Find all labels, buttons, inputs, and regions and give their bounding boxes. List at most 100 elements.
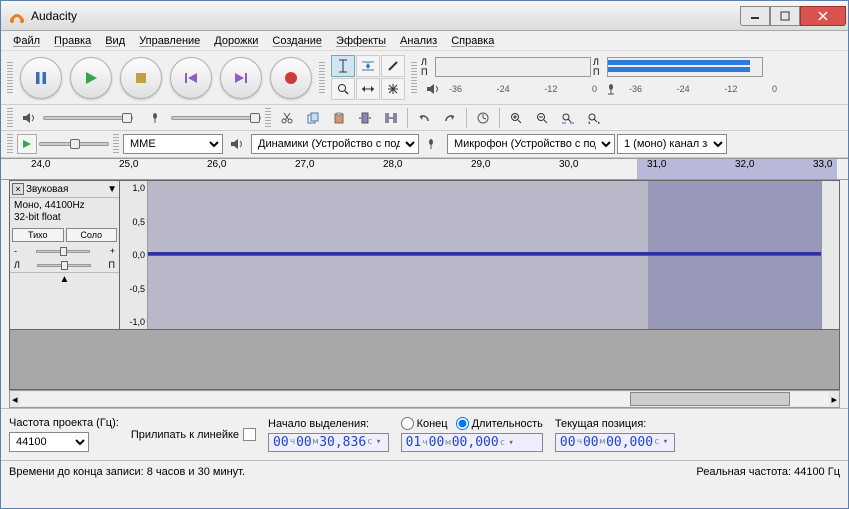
fit-project-button[interactable] [582, 107, 606, 129]
cut-button[interactable] [275, 107, 299, 129]
window-title: Audacity [31, 9, 740, 23]
vertical-scale[interactable]: 1,0 0,5 0,0 -0,5 -1,0 [120, 181, 148, 329]
vscale-tick: -0,5 [122, 284, 145, 294]
stop-button[interactable] [120, 57, 162, 99]
output-device-combo[interactable]: Динамики (Устройство с под [251, 134, 419, 154]
device-toolbar: MME Динамики (Устройство с под Микрофон … [1, 131, 848, 158]
menu-transport[interactable]: Управление [133, 33, 206, 49]
playback-meter[interactable] [435, 57, 591, 77]
minimize-button[interactable] [740, 6, 770, 26]
menu-tracks[interactable]: Дорожки [208, 33, 264, 49]
solo-button[interactable]: Соло [66, 228, 118, 242]
draw-tool[interactable] [381, 55, 405, 77]
selection-length-time[interactable]: 01ч 00м 00,000с ▾ [401, 433, 543, 452]
selection-tool[interactable] [331, 55, 355, 77]
vscale-tick: 1,0 [122, 183, 145, 193]
menu-file[interactable]: Файл [7, 33, 46, 49]
input-volume-icon [145, 107, 169, 129]
sync-lock-button[interactable] [471, 107, 495, 129]
ruler-tick: 26,0 [207, 159, 226, 170]
audio-position-time[interactable]: 00ч 00м 00,000с ▾ [555, 433, 676, 452]
play-at-speed-button[interactable] [17, 134, 37, 154]
menu-help[interactable]: Справка [445, 33, 500, 49]
playback-speaker-icon[interactable] [421, 78, 445, 100]
mixer-toolbar [1, 105, 848, 131]
meter-tick: 0 [592, 84, 597, 94]
input-channels-combo[interactable]: 1 (моно) канал за [617, 134, 727, 154]
menu-edit[interactable]: Правка [48, 33, 97, 49]
track-menu-dropdown-icon[interactable]: ▼ [107, 184, 117, 195]
titlebar: Audacity [1, 1, 848, 31]
audio-host-combo[interactable]: MME [123, 134, 223, 154]
record-meter[interactable] [607, 57, 763, 77]
skip-end-button[interactable] [220, 57, 262, 99]
silence-button[interactable] [379, 107, 403, 129]
zoom-in-button[interactable] [504, 107, 528, 129]
redo-button[interactable] [438, 107, 462, 129]
audio-position-label: Текущая позиция: [555, 418, 676, 430]
toolbar-grip[interactable] [7, 62, 13, 94]
input-volume-slider[interactable] [171, 116, 261, 120]
selection-start-label: Начало выделения: [268, 418, 389, 430]
transport-toolbar: ЛП ЛП -36 -24 -12 0 -36 [1, 51, 848, 105]
empty-track-area[interactable] [9, 330, 840, 390]
output-volume-slider[interactable] [43, 116, 133, 120]
pause-button[interactable] [20, 57, 62, 99]
project-rate-combo[interactable]: 44100 [9, 432, 89, 452]
input-device-combo[interactable]: Микрофон (Устройство с под [447, 134, 615, 154]
vertical-scrollbar[interactable] [821, 181, 839, 329]
ruler-tick: 28,0 [383, 159, 402, 170]
record-mic-icon[interactable] [601, 78, 625, 100]
maximize-button[interactable] [770, 6, 800, 26]
horizontal-scrollbar[interactable]: ◂ ▸ [9, 390, 840, 408]
ruler-tick: 30,0 [559, 159, 578, 170]
fit-selection-button[interactable] [556, 107, 580, 129]
toolbar-grip[interactable] [319, 62, 325, 94]
paste-button[interactable] [327, 107, 351, 129]
trim-button[interactable] [353, 107, 377, 129]
timeline-ruler[interactable]: 24,0 25,0 26,0 27,0 28,0 29,0 30,0 31,0 … [1, 158, 848, 180]
vscale-tick: 0,5 [122, 217, 145, 227]
menu-effect[interactable]: Эффекты [330, 33, 392, 49]
zoom-tool[interactable] [331, 78, 355, 100]
envelope-tool[interactable] [356, 55, 380, 77]
scroll-left-button[interactable]: ◂ [12, 393, 18, 406]
menu-generate[interactable]: Создание [266, 33, 328, 49]
skip-start-button[interactable] [170, 57, 212, 99]
scroll-right-button[interactable]: ▸ [831, 393, 837, 406]
selection-start-time[interactable]: 00ч 00м 30,836с ▾ [268, 433, 389, 452]
window-controls [740, 6, 846, 26]
menu-analyze[interactable]: Анализ [394, 33, 443, 49]
ruler-tick: 31,0 [647, 159, 666, 170]
selection-length-radio[interactable]: Длительность [456, 417, 543, 430]
track-pan-slider[interactable] [37, 264, 91, 267]
timeshift-tool[interactable] [356, 78, 380, 100]
toolbar-grip[interactable] [7, 134, 13, 154]
toolbar-grip[interactable] [265, 108, 271, 128]
selection-end-radio[interactable]: Конец [401, 417, 448, 430]
vscale-tick: 0,0 [122, 250, 145, 260]
track-close-button[interactable]: × [12, 183, 24, 195]
toolbar-grip[interactable] [113, 134, 119, 154]
undo-button[interactable] [412, 107, 436, 129]
play-button[interactable] [70, 57, 112, 99]
track-gain-slider[interactable] [36, 250, 90, 253]
record-button[interactable] [270, 57, 312, 99]
zoom-out-button[interactable] [530, 107, 554, 129]
menu-view[interactable]: Вид [99, 33, 131, 49]
app-icon [9, 8, 25, 24]
copy-button[interactable] [301, 107, 325, 129]
track-control-panel[interactable]: × Звуковая ▼ Моно, 44100Hz 32-bit float … [10, 181, 120, 329]
toolbar-grip[interactable] [7, 108, 13, 128]
close-button[interactable] [800, 6, 846, 26]
playback-speed-slider[interactable] [39, 142, 109, 146]
toolbar-grip[interactable] [411, 62, 417, 94]
mute-button[interactable]: Тихо [12, 228, 64, 242]
snap-to-checkbox[interactable] [243, 428, 256, 441]
pan-right-label: П [109, 260, 115, 270]
meter-tick: 0 [772, 84, 777, 94]
track-collapse-button[interactable]: ▲ [10, 272, 119, 286]
meter-tick: -36 [449, 84, 462, 94]
waveform-canvas[interactable] [148, 181, 821, 329]
multi-tool[interactable] [381, 78, 405, 100]
